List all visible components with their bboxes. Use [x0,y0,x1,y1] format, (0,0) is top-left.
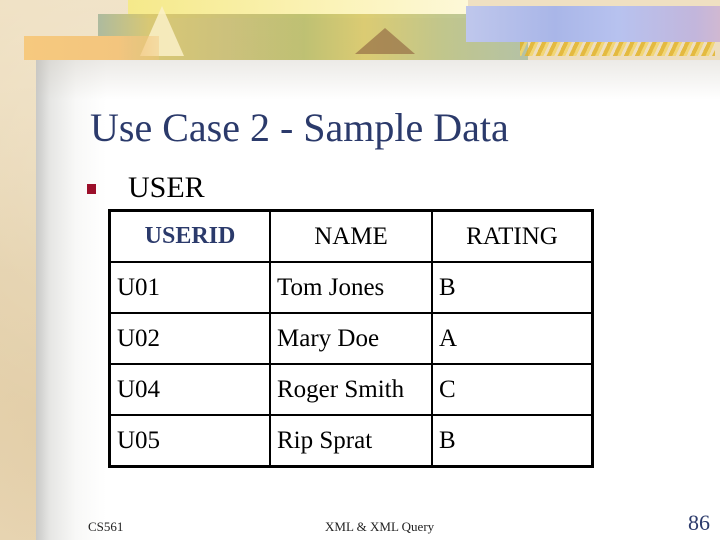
cell-rating: C [431,363,594,416]
cell-rating: B [431,414,594,468]
table-header-row: USERID NAME RATING [108,209,594,263]
table-row: U04 Roger Smith C [108,363,594,416]
cell-name: Rip Sprat [269,414,433,468]
banner-blue-flowers [466,6,720,42]
cell-rating: B [431,261,594,314]
banner-gold-sprig [520,42,715,56]
column-header-name: NAME [269,209,433,263]
cell-rating: A [431,312,594,365]
cell-userid: U02 [108,312,271,365]
table-row: U02 Mary Doe A [108,312,594,365]
leaf-icon [355,28,415,54]
table-row: U01 Tom Jones B [108,261,594,314]
cell-userid: U04 [108,363,271,416]
banner-orange-strip [24,36,159,60]
cell-name: Mary Doe [269,312,433,365]
page-number: 86 [688,510,710,535]
bullet-text: USER [128,171,205,204]
user-table: USERID NAME RATING U01 Tom Jones B U02 M… [108,209,594,468]
cell-name: Roger Smith [269,363,433,416]
footer-topic: XML & XML Query [325,519,435,534]
panel-shadow [36,60,720,100]
table-row: U05 Rip Sprat B [108,414,594,468]
bullet-square-icon [87,184,96,194]
cell-userid: U05 [108,414,271,468]
footer-course: CS561 [88,519,124,534]
column-header-userid: USERID [108,209,271,263]
slide-title: Use Case 2 - Sample Data [90,105,509,150]
cell-name: Tom Jones [269,261,433,314]
column-header-rating: RATING [431,209,594,263]
cell-userid: U01 [108,261,271,314]
